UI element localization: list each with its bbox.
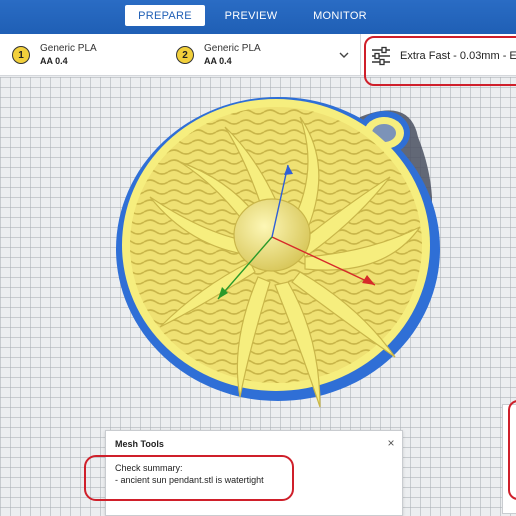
extruder-1-core: AA 0.4 <box>40 56 68 66</box>
side-panel-edge <box>502 404 516 514</box>
chevron-down-icon[interactable] <box>338 49 350 61</box>
tab-prepare[interactable]: PREPARE <box>125 5 205 26</box>
toolbar-divider <box>360 34 361 76</box>
close-icon[interactable]: × <box>384 436 398 450</box>
message-line-1: Check summary: <box>115 463 183 473</box>
message-line-2: - ancient sun pendant.stl is watertight <box>115 475 264 485</box>
extruder-1-selector[interactable]: 1 Generic PLA AA 0.4 <box>12 40 97 70</box>
sliders-icon <box>372 46 390 66</box>
print-settings-button[interactable]: Extra Fast - 0.03mm - Expe <box>370 42 516 70</box>
extruder-2-badge: 2 <box>176 46 194 64</box>
message-title: Mesh Tools <box>115 439 164 449</box>
extruder-2-selector[interactable]: 2 Generic PLA AA 0.4 <box>176 40 261 70</box>
print-profile-label: Extra Fast - 0.03mm - Expe <box>400 50 516 62</box>
extruder-1-badge: 1 <box>12 46 30 64</box>
stage-bar: PREPARE PREVIEW MONITOR <box>0 0 516 34</box>
extruder-2-core: AA 0.4 <box>204 56 232 66</box>
extruder-1-material: Generic PLA <box>40 43 97 54</box>
extruder-2-material: Generic PLA <box>204 43 261 54</box>
tab-preview[interactable]: PREVIEW <box>211 5 291 26</box>
header-toolbar: 1 Generic PLA AA 0.4 2 Generic PLA AA 0.… <box>0 34 516 76</box>
mesh-tools-message: Mesh Tools × Check summary: - ancient su… <box>105 430 403 516</box>
tab-monitor[interactable]: MONITOR <box>299 5 381 26</box>
